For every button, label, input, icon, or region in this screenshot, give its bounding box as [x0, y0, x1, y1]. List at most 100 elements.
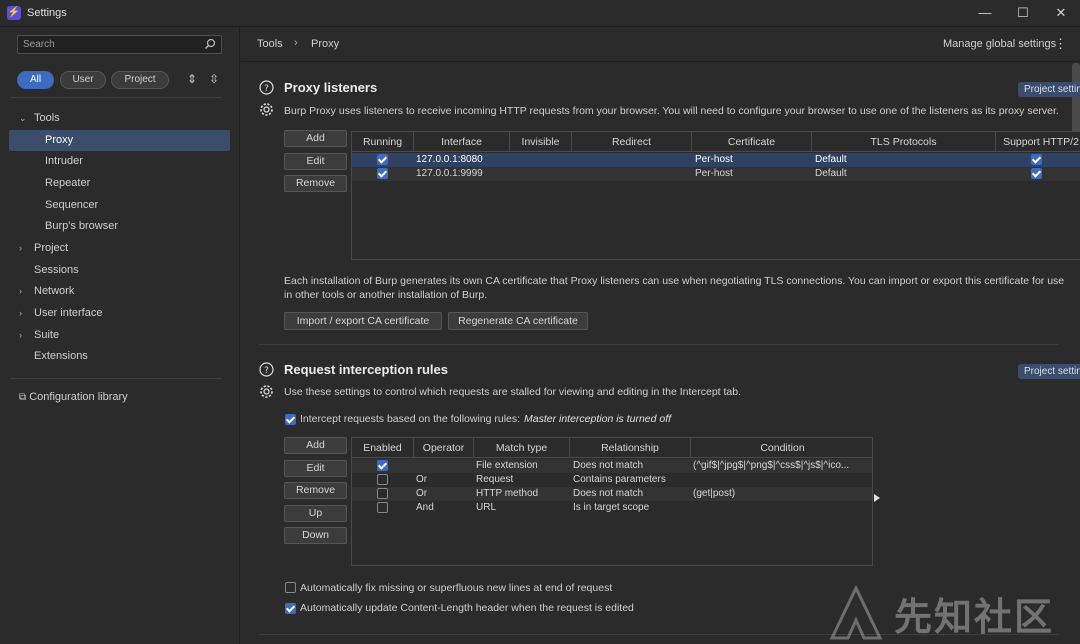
maximize-button[interactable]: ☐: [1014, 4, 1032, 22]
watermark: 先知社区: [828, 582, 1080, 644]
enabled-checkbox[interactable]: [377, 460, 388, 471]
expand-arrow-icon[interactable]: [874, 494, 880, 502]
add-rule-button[interactable]: Add: [284, 437, 347, 454]
column-header[interactable]: Match type: [474, 438, 570, 458]
nav-label: Proxy: [45, 134, 74, 146]
cell-operator: Or: [416, 474, 428, 485]
nav-sequencer[interactable]: Sequencer: [0, 195, 240, 216]
nav-label: Suite: [34, 329, 60, 341]
table-row[interactable]: 127.0.0.1:8080 Per-host Default: [352, 153, 1080, 167]
remove-listener-button[interactable]: Remove: [284, 175, 347, 192]
chevron-right-icon: ›: [294, 37, 298, 49]
intercept-requests-checkbox[interactable]: [285, 414, 296, 425]
up-rule-button[interactable]: Up: [284, 505, 347, 522]
http2-checkbox[interactable]: [1031, 168, 1042, 179]
filter-user[interactable]: User: [60, 71, 106, 89]
cell-match-type: HTTP method: [476, 488, 539, 499]
gear-icon[interactable]: [259, 102, 274, 117]
nav-label: User interface: [34, 307, 103, 319]
nav-extensions[interactable]: Extensions: [0, 346, 240, 367]
cell-tls: Default: [815, 154, 847, 165]
nav-project[interactable]: › Project: [0, 238, 240, 259]
column-header[interactable]: Operator: [414, 438, 474, 458]
enabled-checkbox[interactable]: [377, 502, 388, 513]
cell-match-type: Request: [476, 474, 514, 485]
more-options-icon[interactable]: ⋮: [1054, 36, 1067, 52]
edit-listener-button[interactable]: Edit: [284, 153, 347, 170]
nav-label: Burp's browser: [45, 220, 119, 232]
svg-text:?: ?: [264, 84, 269, 94]
breadcrumb-tools[interactable]: Tools: [257, 38, 283, 50]
chevron-right-icon: ›: [19, 243, 22, 253]
running-checkbox[interactable]: [377, 168, 388, 179]
column-header[interactable]: Relationship: [570, 438, 691, 458]
close-button[interactable]: ✕: [1052, 4, 1070, 22]
import-export-ca-button[interactable]: Import / export CA certificate: [284, 312, 442, 330]
column-header[interactable]: Support HTTP/2: [996, 132, 1080, 152]
nav-suite[interactable]: › Suite: [0, 325, 240, 346]
search-placeholder: Search: [23, 39, 55, 50]
add-listener-button[interactable]: Add: [284, 130, 347, 147]
nav-network[interactable]: › Network: [0, 281, 240, 302]
section-title-proxy-listeners: Proxy listeners: [284, 80, 378, 95]
help-icon[interactable]: ?: [259, 80, 274, 95]
nav-intruder[interactable]: Intruder: [0, 151, 240, 172]
cell-interface: 127.0.0.1:8080: [416, 154, 483, 165]
column-header[interactable]: Running: [352, 132, 414, 152]
running-checkbox[interactable]: [377, 154, 388, 165]
filter-project[interactable]: Project: [111, 71, 169, 89]
column-header[interactable]: Certificate: [692, 132, 812, 152]
filter-all[interactable]: All: [17, 71, 54, 89]
enabled-checkbox[interactable]: [377, 474, 388, 485]
nav-label: Repeater: [45, 177, 91, 189]
collapse-all-icon[interactable]: ⇳: [208, 72, 220, 86]
regenerate-ca-button[interactable]: Regenerate CA certificate: [448, 312, 588, 330]
remove-rule-button[interactable]: Remove: [284, 482, 347, 499]
fix-newlines-label: Automatically fix missing or superfluous…: [300, 582, 613, 594]
fix-newlines-checkbox[interactable]: [285, 582, 296, 593]
update-content-length-checkbox[interactable]: [285, 603, 296, 614]
listeners-table: Running Interface Invisible Redirect Cer…: [351, 131, 1080, 260]
ca-description: Each installation of Burp generates its …: [284, 275, 1065, 301]
expand-all-icon[interactable]: ⇕: [186, 72, 198, 86]
table-row[interactable]: And URL Is in target scope: [352, 501, 872, 515]
chevron-down-icon: ⌄: [19, 113, 27, 123]
table-row[interactable]: File extension Does not match (^gif$|^jp…: [352, 459, 872, 473]
nav-repeater[interactable]: Repeater: [0, 173, 240, 194]
nav-tools[interactable]: ⌄ Tools: [0, 108, 240, 129]
column-header[interactable]: Enabled: [352, 438, 414, 458]
nav-user-interface[interactable]: › User interface: [0, 303, 240, 324]
nav-label: Sessions: [34, 264, 79, 276]
sidebar: Search All User Project ⇕ ⇳ ⌄ Tools Proxy…: [0, 27, 240, 644]
column-header[interactable]: Condition: [691, 438, 872, 458]
table-row[interactable]: Or Request Contains parameters: [352, 473, 872, 487]
minimize-button[interactable]: —: [976, 4, 994, 22]
nav-proxy[interactable]: Proxy: [9, 130, 230, 151]
nav-burps-browser[interactable]: Burp's browser: [0, 216, 240, 237]
manage-global-settings-button[interactable]: Manage global settings: [943, 38, 1056, 50]
http2-checkbox[interactable]: [1031, 154, 1042, 165]
table-row[interactable]: 127.0.0.1:9999 Per-host Default: [352, 167, 1080, 181]
column-header[interactable]: TLS Protocols: [812, 132, 996, 152]
nav-sessions[interactable]: Sessions: [0, 260, 240, 281]
cell-condition: (^gif$|^jpg$|^png$|^css$|^js$|^ico...: [693, 460, 850, 471]
column-header[interactable]: Interface: [414, 132, 510, 152]
configuration-library-link[interactable]: ⧉ Configuration library: [19, 391, 128, 403]
column-header[interactable]: Redirect: [572, 132, 692, 152]
help-icon[interactable]: ?: [259, 362, 274, 377]
cell-relationship: Does not match: [573, 488, 644, 499]
column-header[interactable]: Invisible: [510, 132, 572, 152]
breadcrumb-proxy: Proxy: [311, 38, 340, 50]
edit-rule-button[interactable]: Edit: [284, 460, 347, 477]
chevron-right-icon: ›: [19, 330, 22, 340]
nav-label: Network: [34, 285, 75, 297]
cell-relationship: Contains parameters: [573, 474, 666, 485]
enabled-checkbox[interactable]: [377, 488, 388, 499]
interception-status: Master interception is turned off: [524, 413, 672, 425]
main-panel: Tools › Proxy Manage global settings ⋮ ?…: [241, 27, 1080, 644]
down-rule-button[interactable]: Down: [284, 527, 347, 544]
table-row[interactable]: Or HTTP method Does not match (get|post): [352, 487, 872, 501]
gear-icon[interactable]: [259, 384, 274, 399]
intercept-requests-label: Intercept requests based on the followin…: [300, 413, 521, 425]
search-input[interactable]: Search: [17, 35, 222, 54]
